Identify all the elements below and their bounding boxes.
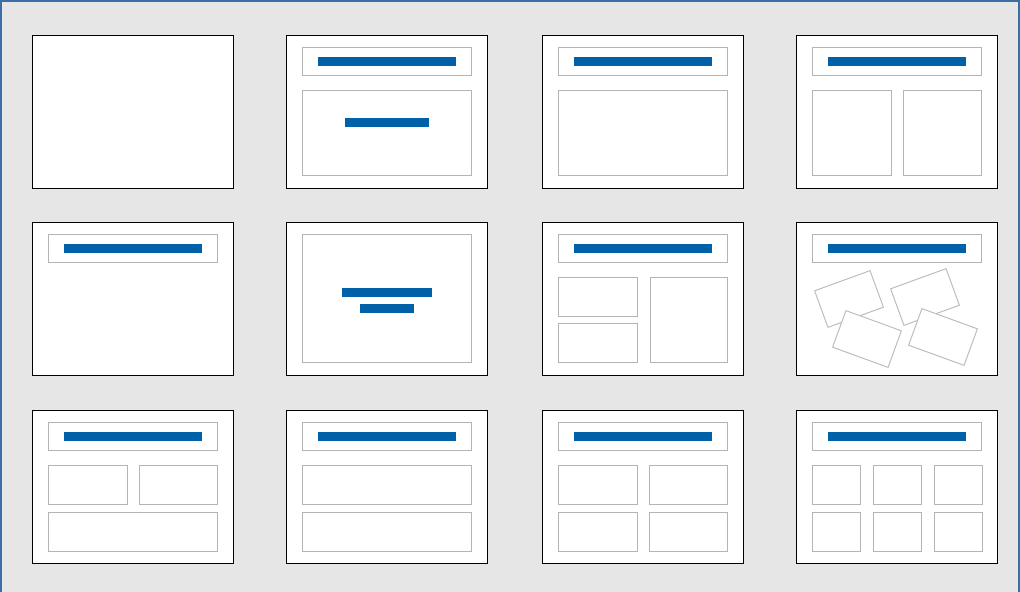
layout-centered-text[interactable]	[286, 222, 488, 376]
content-placeholder	[873, 512, 922, 552]
title-bar	[64, 244, 202, 253]
layout-blank-slide[interactable]	[32, 35, 234, 189]
title-placeholder	[558, 47, 728, 76]
layout-title-2-content-over-content[interactable]	[32, 410, 234, 564]
content-placeholder	[139, 465, 218, 505]
content-placeholder	[302, 512, 472, 552]
title-bar	[828, 244, 966, 253]
title-bar	[318, 432, 456, 441]
content-placeholder	[812, 512, 861, 552]
title-placeholder	[558, 234, 728, 263]
title-placeholder	[812, 234, 982, 263]
title-placeholder	[812, 47, 982, 76]
title-bar	[64, 432, 202, 441]
content-placeholder	[558, 323, 638, 363]
centered-text-bar	[360, 304, 414, 313]
layout-title-only[interactable]	[32, 222, 234, 376]
content-placeholder	[558, 277, 638, 317]
content-placeholder	[873, 465, 922, 505]
title-placeholder	[812, 422, 982, 451]
title-bar	[828, 57, 966, 66]
content-placeholder	[903, 90, 982, 176]
layout-title-content-over-content[interactable]	[286, 410, 488, 564]
centered-text-bar	[342, 288, 432, 297]
tilted-content-placeholder	[907, 307, 979, 367]
title-placeholder	[48, 234, 218, 263]
layout-title-slide[interactable]	[286, 35, 488, 189]
layout-title-2-content-and-content[interactable]	[542, 222, 744, 376]
subtitle-bar	[345, 118, 429, 127]
content-placeholder	[649, 465, 728, 505]
content-placeholder	[934, 512, 983, 552]
content-placeholder	[558, 465, 638, 505]
layout-title-2-content[interactable]	[796, 35, 998, 189]
title-placeholder	[558, 422, 728, 451]
title-bar	[828, 432, 966, 441]
content-placeholder	[302, 465, 472, 505]
layout-title-6-content[interactable]	[796, 410, 998, 564]
title-placeholder	[302, 47, 472, 76]
subtitle-placeholder	[302, 90, 472, 176]
content-placeholder	[48, 512, 218, 552]
content-placeholder	[48, 465, 128, 505]
centered-text-placeholder	[302, 234, 472, 363]
title-bar	[574, 244, 712, 253]
content-placeholder	[650, 277, 728, 363]
tilted-content-placeholder	[831, 309, 903, 369]
layout-title-4-content-tilted[interactable]	[796, 222, 998, 376]
layouts-panel	[0, 0, 1020, 592]
layout-title-content[interactable]	[542, 35, 744, 189]
content-placeholder	[558, 512, 638, 552]
content-placeholder	[934, 465, 983, 505]
title-bar	[318, 57, 456, 66]
title-placeholder	[48, 422, 218, 451]
title-bar	[574, 57, 712, 66]
content-placeholder	[812, 90, 892, 176]
title-bar	[574, 432, 712, 441]
title-placeholder	[302, 422, 472, 451]
content-placeholder	[812, 465, 861, 505]
content-placeholder	[558, 90, 728, 176]
content-placeholder	[649, 512, 728, 552]
layout-title-4-content[interactable]	[542, 410, 744, 564]
